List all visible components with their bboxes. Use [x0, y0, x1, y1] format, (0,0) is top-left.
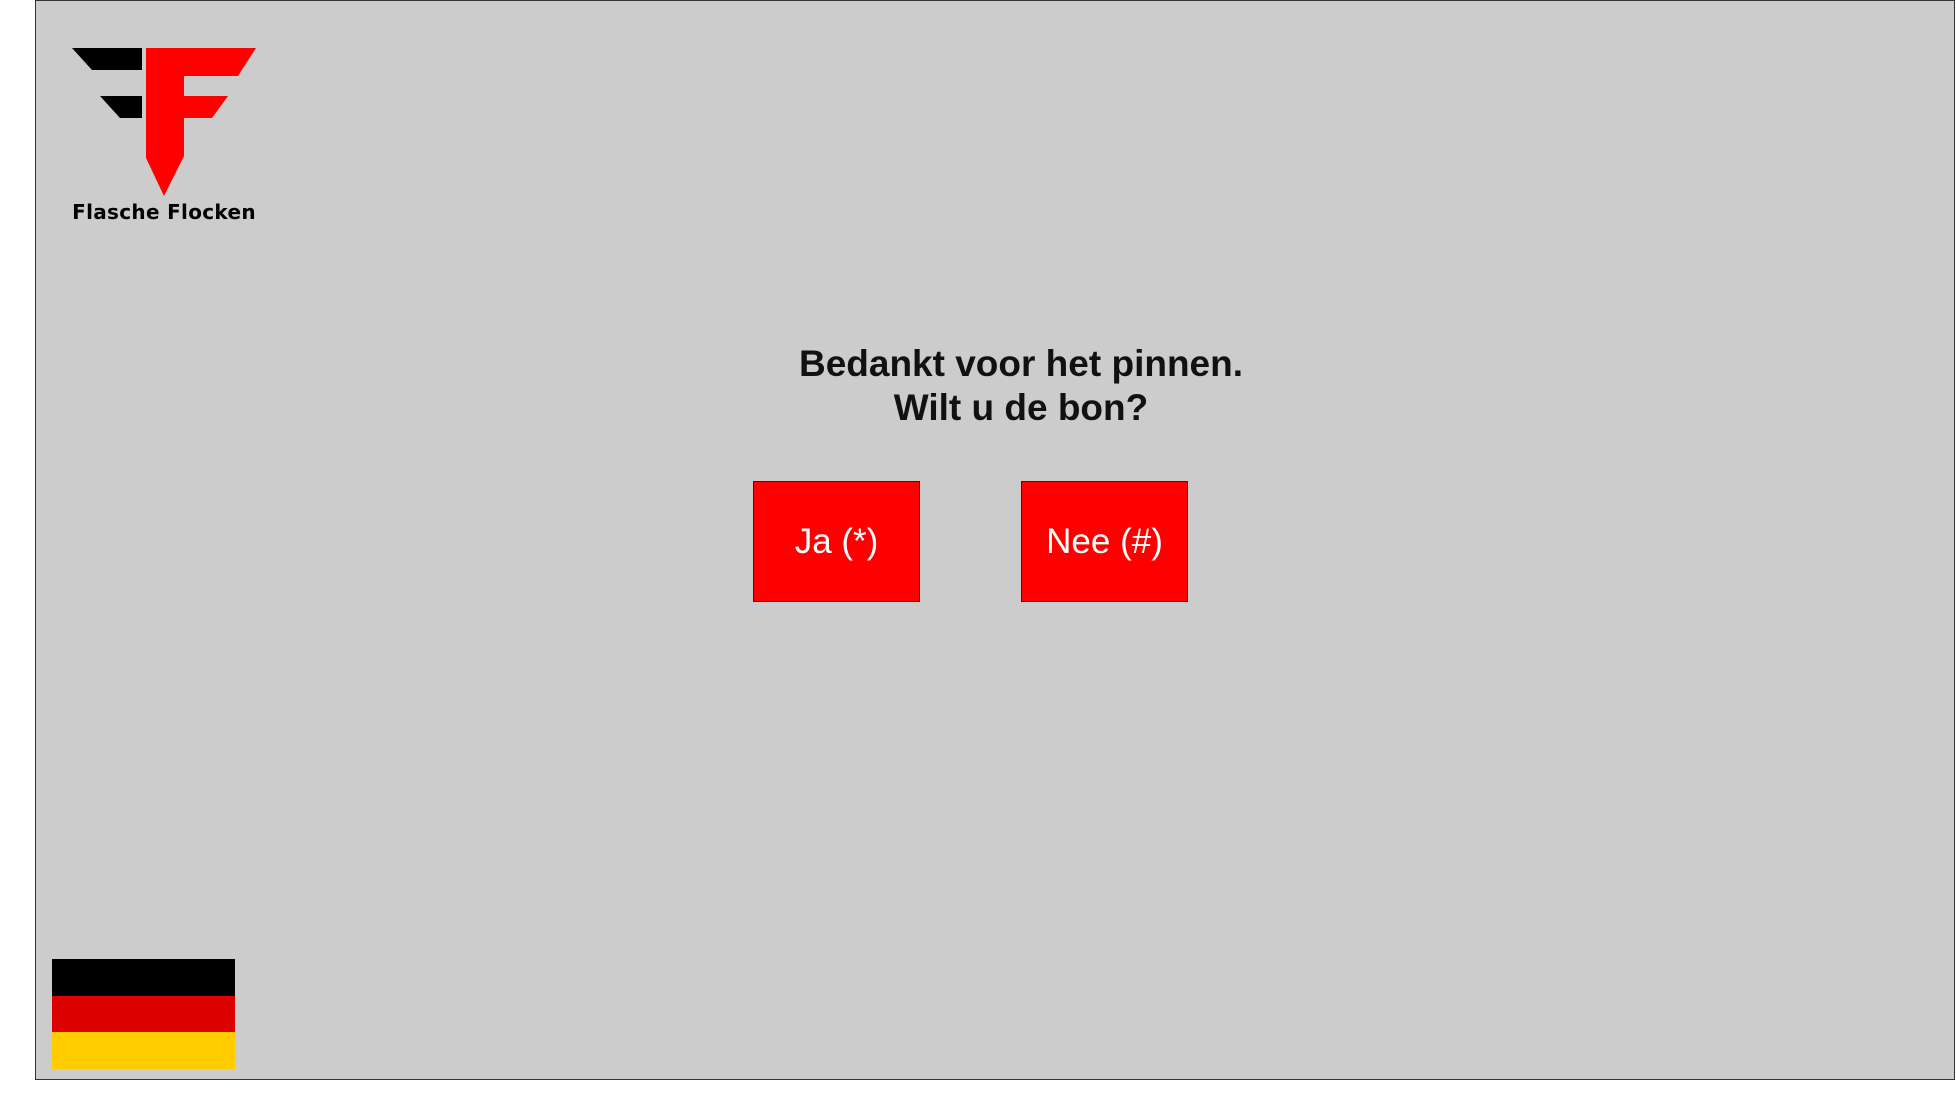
flag-stripe-red [52, 995, 235, 1033]
flag-stripe-black [52, 959, 235, 996]
brand-logo: Flasche Flocken [72, 46, 262, 231]
flag-stripe-gold [52, 1032, 235, 1069]
flasche-flocken-f-logo-icon [72, 48, 256, 196]
receipt-question: Bedankt voor het pinnen. Wilt u de bon? [696, 342, 1346, 430]
thank-you-text: Bedankt voor het pinnen. [798, 343, 1244, 384]
receipt-prompt-screen: Flasche Flocken Bedankt voor het pinnen.… [35, 0, 1955, 1080]
brand-name: Flasche Flocken [72, 200, 256, 224]
yes-receipt-button[interactable]: Ja (*) [753, 481, 920, 602]
receipt-question-text: Wilt u de bon? [893, 387, 1149, 428]
german-flag-icon[interactable] [52, 959, 235, 1069]
no-receipt-button[interactable]: Nee (#) [1021, 481, 1188, 602]
